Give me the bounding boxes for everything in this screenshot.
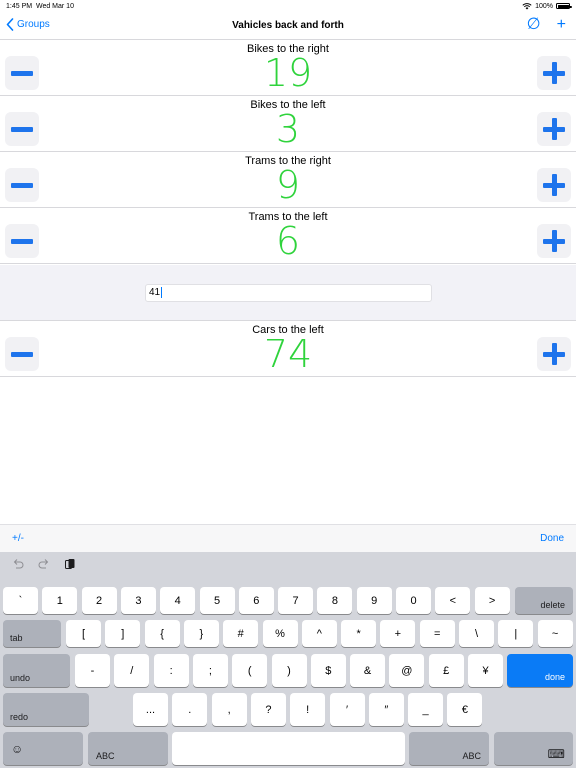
key[interactable]: $ bbox=[310, 654, 346, 687]
key[interactable]: } bbox=[183, 620, 219, 647]
key[interactable]: ; bbox=[192, 654, 228, 687]
status-left: 1:45 PM Wed Mar 10 bbox=[6, 3, 74, 10]
key[interactable]: _ bbox=[408, 693, 444, 726]
key[interactable]: 4 bbox=[160, 587, 196, 614]
back-label: Groups bbox=[17, 19, 50, 30]
key[interactable]: ` bbox=[3, 587, 38, 614]
space-key[interactable] bbox=[172, 732, 405, 765]
key[interactable]: | bbox=[498, 620, 534, 647]
page-title: Vahicles back and forth bbox=[232, 20, 344, 31]
counter-row-trams-right: Trams to the right 9 bbox=[0, 152, 576, 208]
key[interactable]: : bbox=[153, 654, 189, 687]
key[interactable]: ? bbox=[250, 693, 286, 726]
status-date: Wed Mar 10 bbox=[35, 2, 74, 10]
key[interactable]: ( bbox=[232, 654, 268, 687]
key[interactable]: { bbox=[144, 620, 180, 647]
counter-value-input[interactable]: 41 bbox=[145, 284, 432, 302]
key[interactable]: % bbox=[262, 620, 298, 647]
increment-button[interactable] bbox=[537, 337, 571, 371]
key[interactable]: € bbox=[447, 693, 483, 726]
key[interactable]: . bbox=[172, 693, 208, 726]
increment-button[interactable] bbox=[537, 224, 571, 258]
key[interactable]: ′ bbox=[329, 693, 365, 726]
key[interactable]: 5 bbox=[199, 587, 235, 614]
counter-row-cars-left: Cars to the left 74 bbox=[0, 321, 576, 377]
hide-keyboard-key[interactable]: ⌨ bbox=[494, 732, 573, 765]
emoji-key[interactable]: ☺ bbox=[3, 732, 83, 765]
key[interactable]: = bbox=[419, 620, 455, 647]
key[interactable]: , bbox=[211, 693, 247, 726]
counter-value[interactable]: 9 bbox=[0, 166, 576, 204]
done-key[interactable]: done bbox=[507, 654, 573, 687]
undo-icon[interactable] bbox=[12, 558, 24, 570]
battery-icon bbox=[556, 3, 572, 9]
reset-icon[interactable]: ∅ bbox=[527, 17, 541, 33]
undo-key[interactable]: undo bbox=[3, 654, 70, 687]
key[interactable]: 7 bbox=[278, 587, 314, 614]
back-button[interactable]: Groups bbox=[6, 18, 50, 31]
key[interactable]: 3 bbox=[120, 587, 156, 614]
keyboard-accessory-bar: +/- Done bbox=[0, 524, 576, 552]
key[interactable]: 2 bbox=[81, 587, 117, 614]
status-time: 1:45 PM bbox=[6, 2, 33, 10]
toggle-sign-button[interactable]: +/- bbox=[12, 533, 24, 544]
counter-value[interactable]: 3 bbox=[0, 110, 576, 148]
key[interactable]: [ bbox=[66, 620, 101, 647]
increment-button[interactable] bbox=[537, 56, 571, 90]
key[interactable]: £ bbox=[428, 654, 464, 687]
key[interactable]: & bbox=[350, 654, 386, 687]
keyboard-toolbar bbox=[12, 558, 76, 570]
counter-value[interactable]: 74 bbox=[0, 335, 576, 373]
key[interactable]: ″ bbox=[368, 693, 404, 726]
text-caret bbox=[161, 286, 163, 298]
key[interactable]: 9 bbox=[356, 587, 392, 614]
status-right: 100% bbox=[522, 2, 572, 10]
redo-icon[interactable] bbox=[38, 558, 50, 570]
key[interactable]: 1 bbox=[42, 587, 78, 614]
counter-row-trams-left: Trams to the left 6 bbox=[0, 208, 576, 264]
key[interactable]: * bbox=[341, 620, 377, 647]
counter-value[interactable]: 19 bbox=[0, 54, 576, 92]
key[interactable]: \ bbox=[459, 620, 494, 647]
counter-row-bikes-right: Bikes to the right 19 bbox=[0, 40, 576, 96]
chevron-left-icon bbox=[6, 18, 14, 31]
add-icon[interactable]: + bbox=[557, 17, 566, 33]
key[interactable]: ^ bbox=[301, 620, 337, 647]
key[interactable]: ) bbox=[271, 654, 307, 687]
key[interactable]: / bbox=[114, 654, 150, 687]
keyboard: ` 1 2 3 4 5 6 7 8 9 0 < > delete tab []{} #% ^ * + = \ | ~ u… bbox=[0, 552, 576, 768]
delete-key[interactable]: delete bbox=[515, 587, 573, 614]
key[interactable]: + bbox=[380, 620, 416, 647]
key[interactable]: ¥ bbox=[468, 654, 503, 687]
increment-button[interactable] bbox=[537, 112, 571, 146]
nav-actions: ∅ + bbox=[527, 17, 566, 33]
key[interactable]: ... bbox=[133, 693, 168, 726]
edit-row: 41 bbox=[0, 265, 576, 321]
redo-key[interactable]: redo bbox=[3, 693, 89, 726]
key[interactable]: 0 bbox=[396, 587, 431, 614]
abc-key-right[interactable]: ABC bbox=[409, 732, 489, 765]
paste-icon[interactable] bbox=[64, 558, 76, 570]
abc-key-left[interactable]: ABC bbox=[88, 732, 168, 765]
tab-key[interactable]: tab bbox=[3, 620, 61, 647]
key[interactable]: # bbox=[223, 620, 259, 647]
input-value: 41 bbox=[149, 287, 161, 298]
key[interactable]: - bbox=[75, 654, 110, 687]
status-bar: 1:45 PM Wed Mar 10 100% bbox=[0, 0, 576, 12]
key[interactable]: @ bbox=[389, 654, 425, 687]
key[interactable]: 6 bbox=[238, 587, 274, 614]
counter-row-bikes-left: Bikes to the left 3 bbox=[0, 96, 576, 152]
key[interactable]: < bbox=[435, 587, 471, 614]
key[interactable]: ! bbox=[290, 693, 326, 726]
key[interactable]: 8 bbox=[317, 587, 353, 614]
nav-bar: Groups Vahicles back and forth ∅ + bbox=[0, 12, 576, 40]
increment-button[interactable] bbox=[537, 168, 571, 202]
battery-percent: 100% bbox=[535, 2, 553, 10]
wifi-icon bbox=[522, 2, 532, 9]
done-button[interactable]: Done bbox=[540, 533, 564, 544]
key[interactable]: ] bbox=[105, 620, 141, 647]
key[interactable]: > bbox=[474, 587, 510, 614]
key[interactable]: ~ bbox=[537, 620, 573, 647]
counter-value[interactable]: 6 bbox=[0, 222, 576, 260]
